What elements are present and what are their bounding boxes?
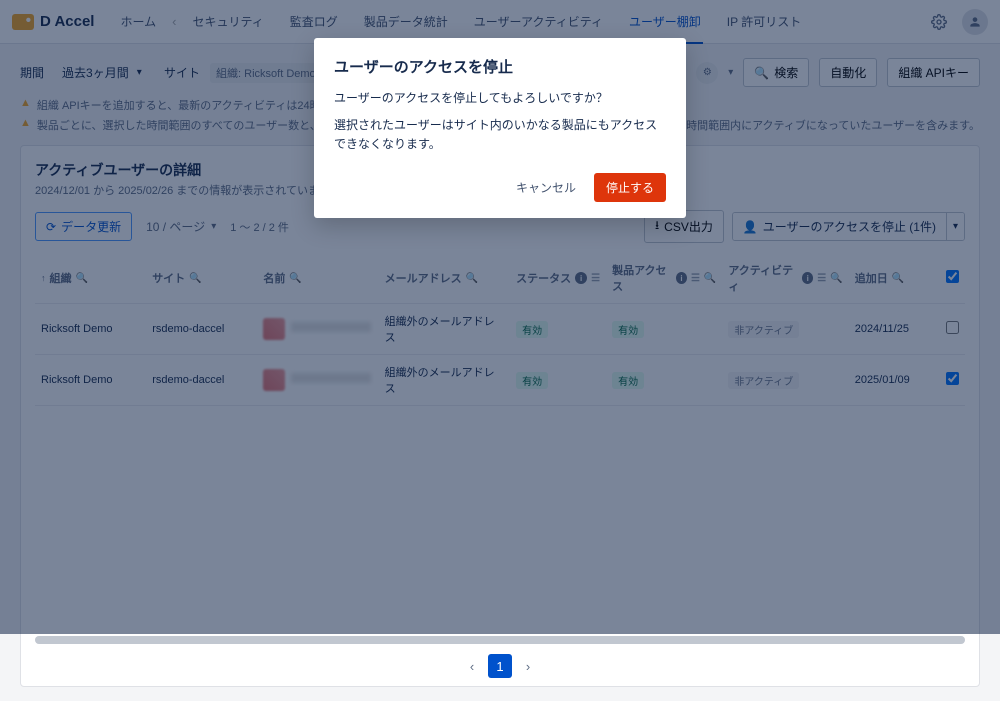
- cancel-button[interactable]: キャンセル: [506, 173, 586, 202]
- prev-page-button[interactable]: ‹: [460, 654, 484, 678]
- pagination: ‹ 1 ›: [35, 654, 965, 678]
- next-page-button[interactable]: ›: [516, 654, 540, 678]
- page-1-button[interactable]: 1: [488, 654, 512, 678]
- modal-overlay: ユーザーのアクセスを停止 ユーザーのアクセスを停止してもよろしいですか？ 選択さ…: [0, 0, 1000, 634]
- suspend-access-dialog: ユーザーのアクセスを停止 ユーザーのアクセスを停止してもよろしいですか？ 選択さ…: [314, 38, 686, 218]
- confirm-suspend-button[interactable]: 停止する: [594, 173, 666, 202]
- dialog-title: ユーザーのアクセスを停止: [334, 56, 666, 77]
- dialog-line1: ユーザーのアクセスを停止してもよろしいですか？: [334, 89, 666, 108]
- horizontal-scrollbar[interactable]: [35, 636, 965, 644]
- dialog-line2: 選択されたユーザーはサイト内のいかなる製品にもアクセスできなくなります。: [334, 116, 666, 154]
